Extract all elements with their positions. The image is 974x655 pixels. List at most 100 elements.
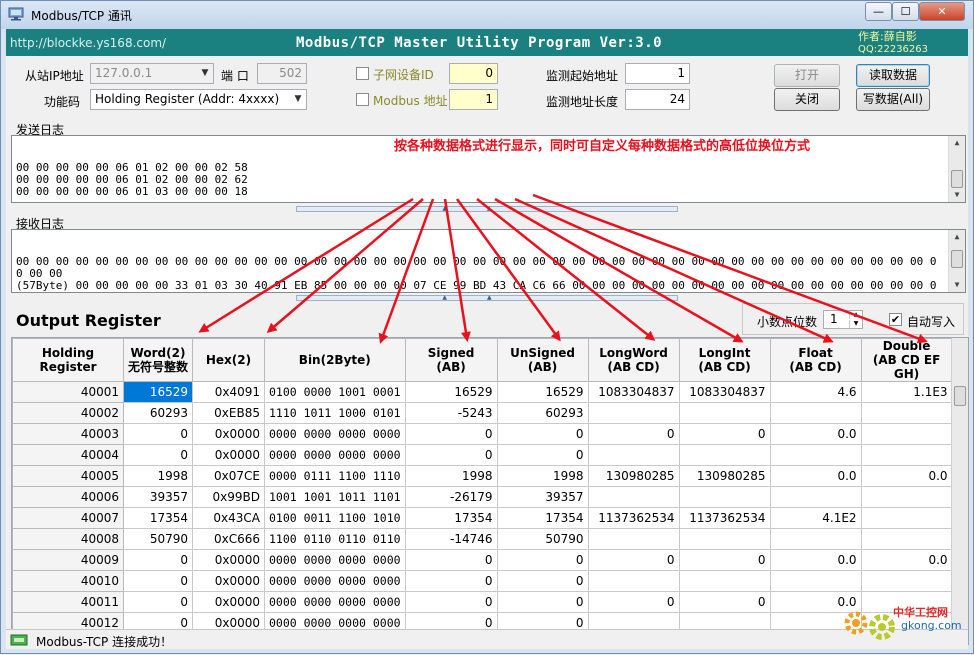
table-cell[interactable]: 0x99BD bbox=[192, 486, 265, 508]
table-cell[interactable] bbox=[678, 402, 771, 424]
table-cell[interactable]: 0 bbox=[678, 549, 771, 571]
table-cell[interactable]: 39357 bbox=[496, 486, 589, 508]
scroll-thumb[interactable] bbox=[951, 170, 963, 188]
scroll-thumb[interactable] bbox=[951, 250, 963, 268]
register-address-cell[interactable]: 40008 bbox=[12, 528, 124, 550]
table-cell[interactable]: 0x0000 bbox=[192, 591, 265, 613]
table-cell[interactable]: 0 bbox=[587, 549, 680, 571]
table-cell[interactable]: 0 bbox=[587, 591, 680, 613]
table-cell[interactable]: 0100 0000 1001 0001 bbox=[264, 381, 406, 403]
table-row[interactable]: 40007 17354 0x43CA 0100 0011 1100 1010 17354… bbox=[12, 507, 953, 529]
table-cell[interactable] bbox=[769, 528, 862, 550]
table-cell[interactable]: 0000 0000 0000 0000 bbox=[264, 570, 406, 592]
table-row[interactable]: 40009 0 0x0000 0000 0000 0000 0000 0 0 0 0 0.0 0.… bbox=[12, 549, 953, 571]
column-header[interactable]: Signed (AB) bbox=[404, 338, 498, 382]
table-cell[interactable]: 0 bbox=[496, 423, 589, 445]
table-cell[interactable] bbox=[769, 486, 862, 508]
table-cell[interactable]: 0000 0000 0000 0000 bbox=[264, 549, 406, 571]
table-cell[interactable]: 0 bbox=[123, 423, 193, 445]
table-cell[interactable]: 17354 bbox=[496, 507, 589, 529]
table-row[interactable]: 40002 60293 0xEB85 1110 1011 1000 0101 -5243… bbox=[12, 402, 953, 424]
table-cell[interactable]: 16529 bbox=[123, 381, 193, 403]
table-cell[interactable] bbox=[860, 507, 953, 529]
table-cell[interactable]: 1998 bbox=[496, 465, 589, 487]
table-cell[interactable]: 0100 0011 1100 1010 bbox=[264, 507, 406, 529]
table-cell[interactable]: 1998 bbox=[123, 465, 193, 487]
table-cell[interactable]: 1137362534 bbox=[678, 507, 771, 529]
table-cell[interactable]: 0x0000 bbox=[192, 423, 265, 445]
start-addr-input[interactable]: 1 bbox=[625, 63, 690, 84]
scroll-up-icon[interactable]: ▲ bbox=[949, 230, 965, 244]
minimize-button[interactable]: — bbox=[865, 2, 892, 21]
table-cell[interactable]: 0 bbox=[496, 549, 589, 571]
table-cell[interactable]: 0000 0000 0000 0000 bbox=[264, 591, 406, 613]
table-cell[interactable]: 0 bbox=[404, 591, 498, 613]
table-cell[interactable] bbox=[678, 486, 771, 508]
register-address-cell[interactable]: 40007 bbox=[12, 507, 124, 529]
table-cell[interactable]: 130980285 bbox=[678, 465, 771, 487]
table-cell[interactable]: 0 bbox=[404, 444, 498, 466]
table-cell[interactable]: 0 bbox=[678, 423, 771, 445]
subnet-checkbox[interactable] bbox=[356, 67, 369, 80]
table-cell[interactable]: 60293 bbox=[123, 402, 193, 424]
table-cell[interactable]: 0.0 bbox=[769, 549, 862, 571]
table-cell[interactable] bbox=[587, 402, 680, 424]
splitter-handle[interactable]: ▲▲ bbox=[296, 206, 678, 212]
table-cell[interactable] bbox=[587, 570, 680, 592]
table-cell[interactable]: 1.1E3 bbox=[860, 381, 953, 403]
scroll-thumb[interactable] bbox=[954, 386, 966, 406]
splitter-handle[interactable]: ▲▲ bbox=[296, 295, 678, 301]
register-address-cell[interactable]: 40002 bbox=[12, 402, 124, 424]
read-data-button[interactable]: 读取数据 bbox=[856, 64, 930, 87]
function-code-select[interactable]: Holding Register (Addr: 4xxxx) ▼ bbox=[90, 89, 307, 110]
website-link[interactable]: http://blockke.ys168.com/ bbox=[10, 36, 166, 50]
table-cell[interactable]: 0.0 bbox=[860, 465, 953, 487]
table-cell[interactable]: 130980285 bbox=[587, 465, 680, 487]
register-address-cell[interactable]: 40004 bbox=[12, 444, 124, 466]
table-cell[interactable] bbox=[860, 423, 953, 445]
column-header[interactable]: Hex(2) bbox=[192, 338, 265, 382]
table-cell[interactable] bbox=[769, 570, 862, 592]
table-cell[interactable]: 1083304837 bbox=[587, 381, 680, 403]
recv-log-scrollbar[interactable]: ▲ ▼ bbox=[948, 230, 965, 292]
table-row[interactable]: 40008 50790 0xC666 1100 0110 0110 0110 -1474… bbox=[12, 528, 953, 550]
scroll-down-icon[interactable]: ▼ bbox=[949, 278, 965, 292]
table-cell[interactable]: 16529 bbox=[404, 381, 498, 403]
table-cell[interactable]: 39357 bbox=[123, 486, 193, 508]
table-cell[interactable]: 0.0 bbox=[769, 423, 862, 445]
table-row[interactable]: 40001 16529 0x4091 0100 0000 1001 0001 16529… bbox=[12, 381, 953, 403]
table-cell[interactable]: 0 bbox=[123, 591, 193, 613]
table-cell[interactable] bbox=[860, 570, 953, 592]
register-address-cell[interactable]: 40011 bbox=[12, 591, 124, 613]
register-address-cell[interactable]: 40003 bbox=[12, 423, 124, 445]
register-address-cell[interactable]: 40005 bbox=[12, 465, 124, 487]
table-cell[interactable]: 1998 bbox=[404, 465, 498, 487]
table-cell[interactable] bbox=[678, 528, 771, 550]
table-cell[interactable]: -26179 bbox=[404, 486, 498, 508]
recv-log[interactable]: 00 00 00 00 00 00 00 00 00 00 00 00 00 0… bbox=[11, 229, 966, 293]
table-row[interactable]: 40011 0 0x0000 0000 0000 0000 0000 0 0 0 0 0.0 bbox=[12, 591, 953, 613]
table-cell[interactable]: 0000 0111 1100 1110 bbox=[264, 465, 406, 487]
table-cell[interactable]: 0 bbox=[404, 423, 498, 445]
table-cell[interactable]: 0 bbox=[496, 591, 589, 613]
table-cell[interactable]: 1001 1001 1011 1101 bbox=[264, 486, 406, 508]
spin-down-icon[interactable]: ▼ bbox=[849, 320, 862, 328]
register-address-cell[interactable]: 40001 bbox=[12, 381, 124, 403]
table-cell[interactable]: 0 bbox=[496, 570, 589, 592]
table-cell[interactable]: 17354 bbox=[123, 507, 193, 529]
close-connection-button[interactable]: 关闭 bbox=[774, 88, 840, 111]
table-cell[interactable]: 0x43CA bbox=[192, 507, 265, 529]
table-cell[interactable] bbox=[860, 486, 953, 508]
register-address-cell[interactable]: 40009 bbox=[12, 549, 124, 571]
auto-write-checkbox[interactable]: ✔ bbox=[889, 313, 902, 326]
table-cell[interactable]: 0 bbox=[404, 570, 498, 592]
table-cell[interactable]: 4.1E2 bbox=[769, 507, 862, 529]
table-row[interactable]: 40010 0 0x0000 0000 0000 0000 0000 0 0 bbox=[12, 570, 953, 592]
table-cell[interactable] bbox=[587, 486, 680, 508]
table-cell[interactable] bbox=[860, 528, 953, 550]
table-cell[interactable] bbox=[587, 528, 680, 550]
table-cell[interactable] bbox=[860, 402, 953, 424]
column-header[interactable]: Word(2) 无符号整数 bbox=[123, 338, 193, 382]
table-cell[interactable]: 0xC666 bbox=[192, 528, 265, 550]
subnet-input[interactable]: 0 bbox=[449, 63, 498, 84]
